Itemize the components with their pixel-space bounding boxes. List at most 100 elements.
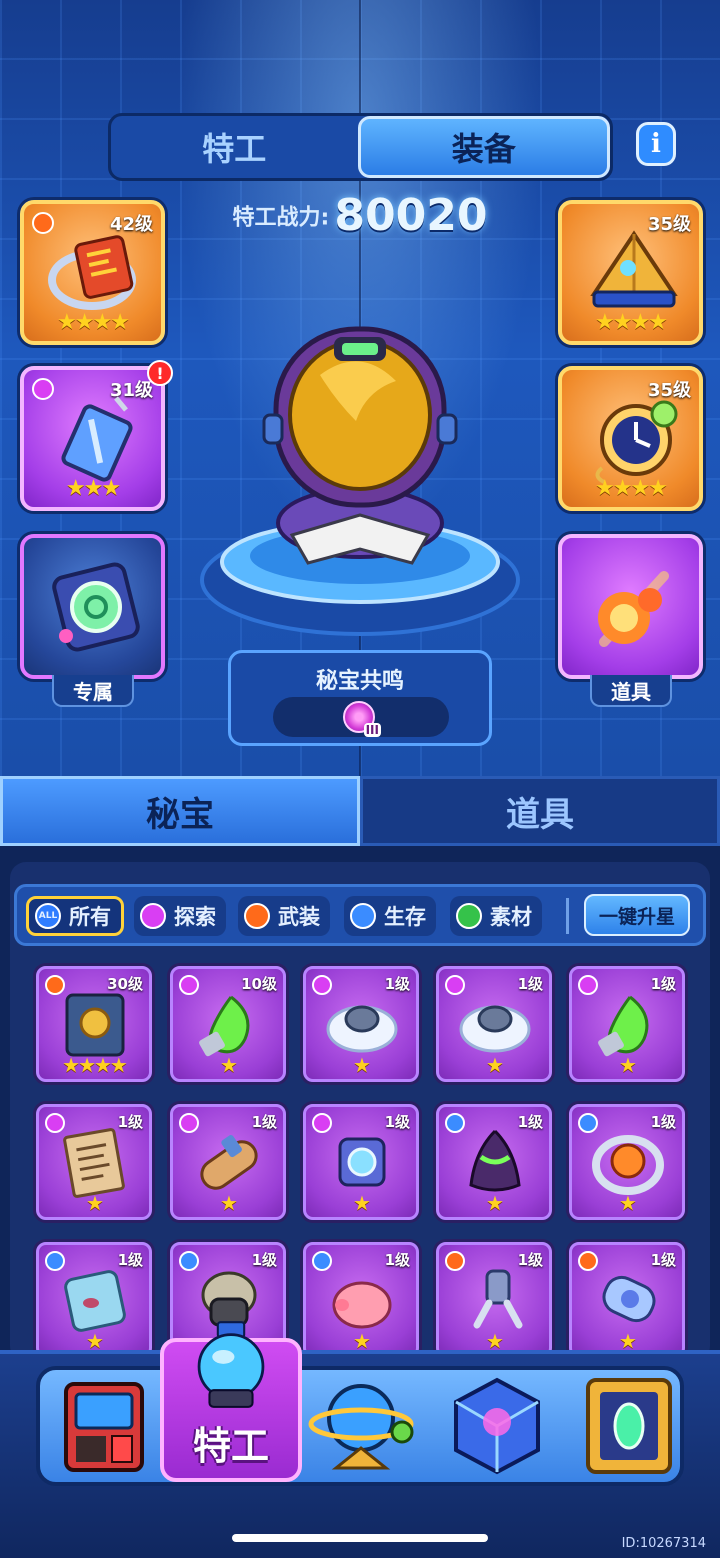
inventory-item[interactable]: 1级 ★ xyxy=(436,966,552,1082)
ice-block-icon xyxy=(64,1270,126,1332)
nav-cube[interactable] xyxy=(442,1372,552,1480)
glowing-cube-icon xyxy=(454,1377,540,1475)
item-stars: ★ xyxy=(353,1053,371,1077)
inventory-item[interactable]: 10级 ★ xyxy=(170,966,286,1082)
item-stars: ★ xyxy=(619,1053,637,1077)
slot-stars: ★★★★ xyxy=(595,476,668,501)
all-icon: ALL xyxy=(35,903,61,929)
item-stars: ★★★★ xyxy=(62,1053,128,1077)
inventory-item[interactable]: 1级 ★ xyxy=(303,966,419,1082)
nav-planet[interactable] xyxy=(306,1372,416,1480)
one-click-upgrade-button[interactable]: 一键升星 xyxy=(584,894,690,936)
nav-agent-label: 特工 xyxy=(192,1424,269,1468)
fur-collar-icon xyxy=(459,1005,531,1053)
user-id: ID:10267314 xyxy=(621,1536,706,1551)
portal-frame-icon xyxy=(586,1378,672,1474)
filter-label: 素材 xyxy=(490,905,532,929)
crystal-pendant-icon xyxy=(61,396,133,482)
filter-explore[interactable]: 探索 xyxy=(134,896,226,936)
green-flame-icon xyxy=(598,995,649,1057)
rune-book-icon xyxy=(65,993,125,1057)
inventory-item[interactable]: 1级 ★ xyxy=(170,1104,286,1220)
slot-stars: ★★★ xyxy=(65,476,121,501)
home-indicator[interactable] xyxy=(232,1534,488,1542)
slot-stars: ★★★★ xyxy=(57,310,130,335)
planet-icon xyxy=(308,1384,414,1470)
capsule-icon xyxy=(602,1275,656,1323)
info-icon[interactable]: i xyxy=(636,122,676,166)
filter-label: 探索 xyxy=(174,905,216,929)
equip-slot-right-1[interactable]: 35级 ★★★★ xyxy=(558,200,703,345)
treasure-resonance[interactable]: 秘宝共鸣 III xyxy=(228,650,492,746)
resonance-title: 秘宝共鸣 xyxy=(315,669,404,694)
resonance-track: III xyxy=(273,697,449,737)
fur-collar-icon xyxy=(326,1005,398,1053)
equip-slot-exclusive[interactable] xyxy=(20,534,165,679)
filter-all[interactable]: ALL 所有 xyxy=(26,896,124,936)
inventory-item[interactable]: 1级 ★ xyxy=(36,1242,152,1358)
filter-survive[interactable]: 生存 xyxy=(344,896,436,936)
nav-portal[interactable] xyxy=(574,1372,684,1480)
item-stars: ★ xyxy=(353,1191,371,1215)
inventory-item[interactable]: 1级 ★ xyxy=(569,1242,685,1358)
pyramid-artifact-icon xyxy=(590,230,678,308)
shield-icon xyxy=(350,903,376,929)
tab-props[interactable]: 道具 xyxy=(360,776,720,846)
filter-material[interactable]: 素材 xyxy=(450,896,542,936)
power-value: 80020 xyxy=(334,190,488,241)
slot-stars: ★★★★ xyxy=(595,310,668,335)
green-cloak-icon xyxy=(469,1129,521,1192)
parchment-roll-icon xyxy=(200,1135,258,1190)
filter-arm[interactable]: 武装 xyxy=(238,896,330,936)
slot-caption-exclusive: 专属 xyxy=(52,675,134,707)
resonance-tier: III xyxy=(363,723,381,737)
item-stars: ★ xyxy=(486,1191,504,1215)
item-stars: ★ xyxy=(86,1191,104,1215)
scroll-cipher-icon xyxy=(63,1128,125,1198)
piggy-bank-icon xyxy=(332,1281,392,1329)
green-flame-icon xyxy=(199,995,250,1057)
equip-slot-right-2[interactable]: 35级 ★★★★ xyxy=(558,366,703,511)
nav-agent[interactable]: 特工 xyxy=(160,1321,302,1482)
filter-label: 武装 xyxy=(278,905,320,929)
equip-slot-item[interactable] xyxy=(558,534,703,679)
filter-divider xyxy=(566,898,569,934)
fireball-icon xyxy=(598,571,669,647)
leaf-icon xyxy=(456,903,482,929)
tab-equipment[interactable]: 装备 xyxy=(357,116,610,178)
inventory-item[interactable]: 1级 ★ xyxy=(36,1104,152,1220)
tab-treasure[interactable]: 秘宝 xyxy=(0,776,360,846)
slot-caption-item: 道具 xyxy=(590,675,672,707)
inventory-item[interactable]: 30级 ★★★★ xyxy=(36,966,152,1082)
inventory-item[interactable]: 1级 ★ xyxy=(436,1242,552,1358)
filter-label: 生存 xyxy=(384,905,426,929)
inventory-item[interactable]: 1级 ★ xyxy=(569,966,685,1082)
fire-ring-icon xyxy=(592,1135,664,1195)
tablet-ring-icon xyxy=(48,235,136,310)
alert-badge: ! xyxy=(147,360,173,386)
item-stars: ★ xyxy=(486,1053,504,1077)
resonance-gem-icon: III xyxy=(343,701,381,737)
inventory-item[interactable]: 1级 ★ xyxy=(569,1104,685,1220)
section-tab-bar: 秘宝 道具 xyxy=(0,776,720,846)
robot-arm-icon xyxy=(473,1269,523,1329)
equip-slot-left-1[interactable]: 42级 ★★★★ xyxy=(20,200,165,345)
arcade-machine-icon xyxy=(64,1382,144,1472)
item-stars: ★ xyxy=(220,1191,238,1215)
agent-character xyxy=(262,326,458,565)
item-stars: ★ xyxy=(619,1191,637,1215)
radar-device-icon xyxy=(52,562,140,652)
power-label: 特工战力: xyxy=(232,205,330,231)
filter-label: 所有 xyxy=(69,905,111,929)
inventory-item[interactable]: 1级 ★ xyxy=(436,1104,552,1220)
inventory-item[interactable]: 1级 ★ xyxy=(303,1242,419,1358)
item-stars: ★ xyxy=(220,1053,238,1077)
tab-agent[interactable]: 特工 xyxy=(111,116,358,178)
agent-helmet-icon xyxy=(197,1321,265,1408)
top-tab-bar: 特工 装备 xyxy=(108,113,613,181)
crown-icon xyxy=(244,903,270,929)
crystal-cube-icon xyxy=(338,1137,386,1187)
inventory-item[interactable]: 1级 ★ xyxy=(303,1104,419,1220)
equip-slot-left-2[interactable]: 31级 ! ★★★ xyxy=(20,360,173,511)
nav-arcade[interactable] xyxy=(50,1372,160,1480)
